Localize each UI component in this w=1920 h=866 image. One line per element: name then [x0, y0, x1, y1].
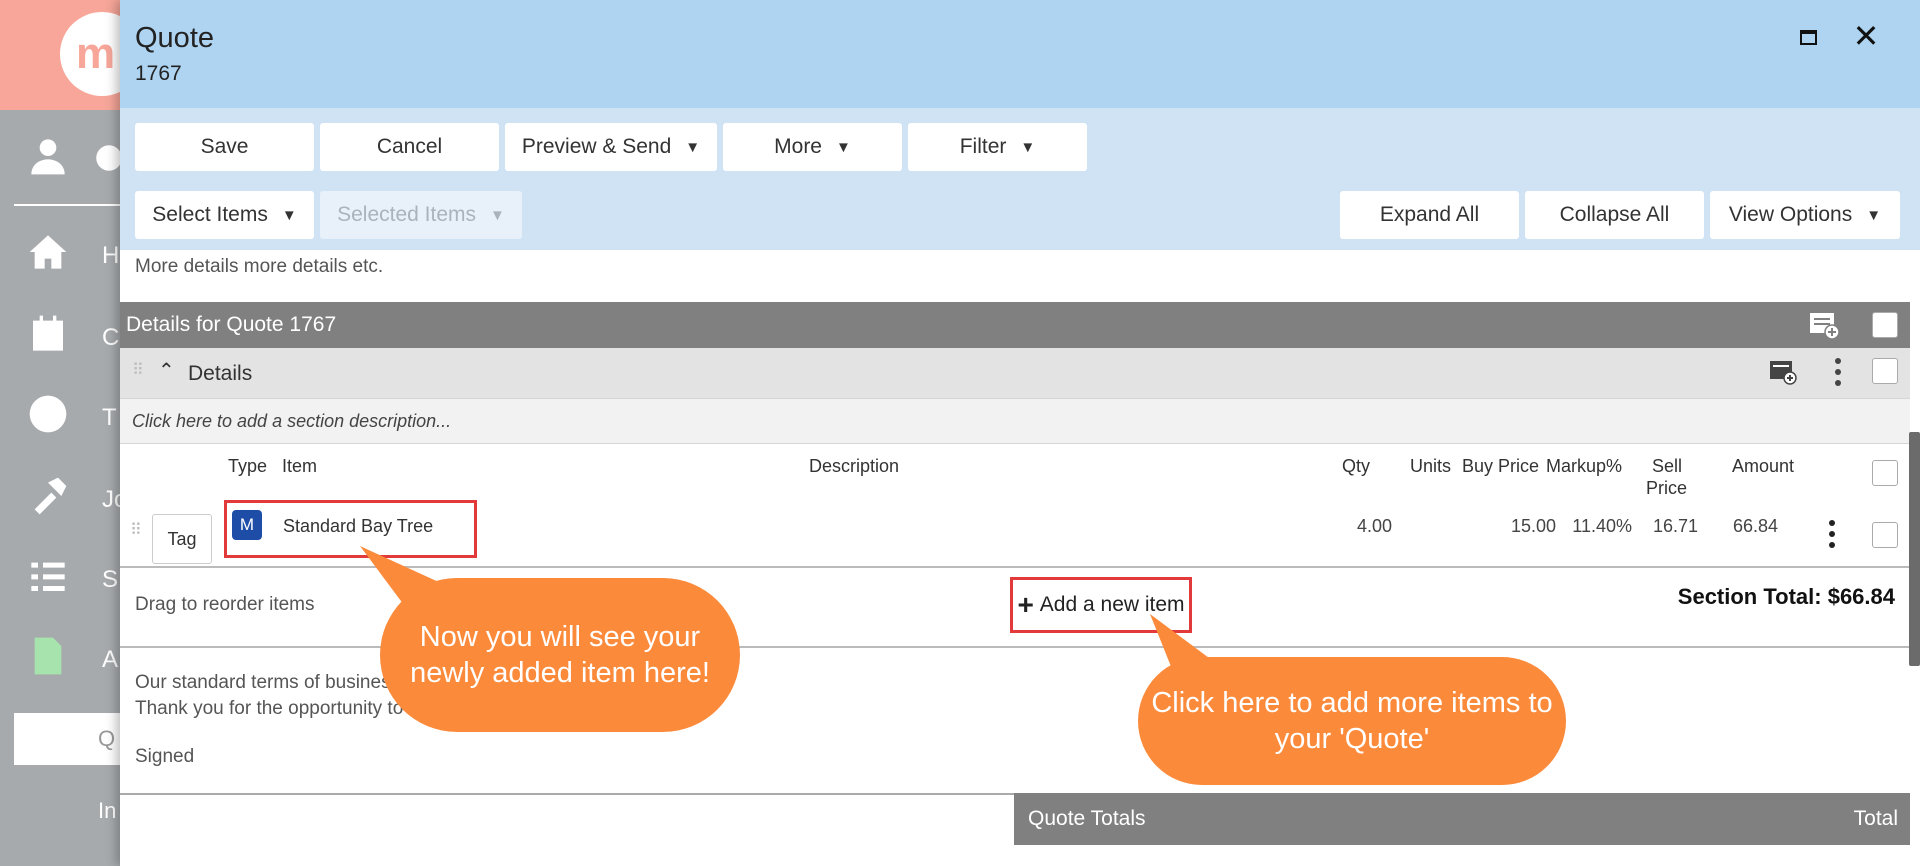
callout-new-item-text: Now you will see your newly added item h…	[410, 621, 710, 689]
callout-new-item: Now you will see your newly added item h…	[380, 578, 740, 732]
callout-pointers	[360, 546, 1252, 704]
callout-add-more: Click here to add more items to your 'Qu…	[1138, 657, 1566, 785]
callout-add-more-text: Click here to add more items to your 'Qu…	[1151, 687, 1553, 755]
